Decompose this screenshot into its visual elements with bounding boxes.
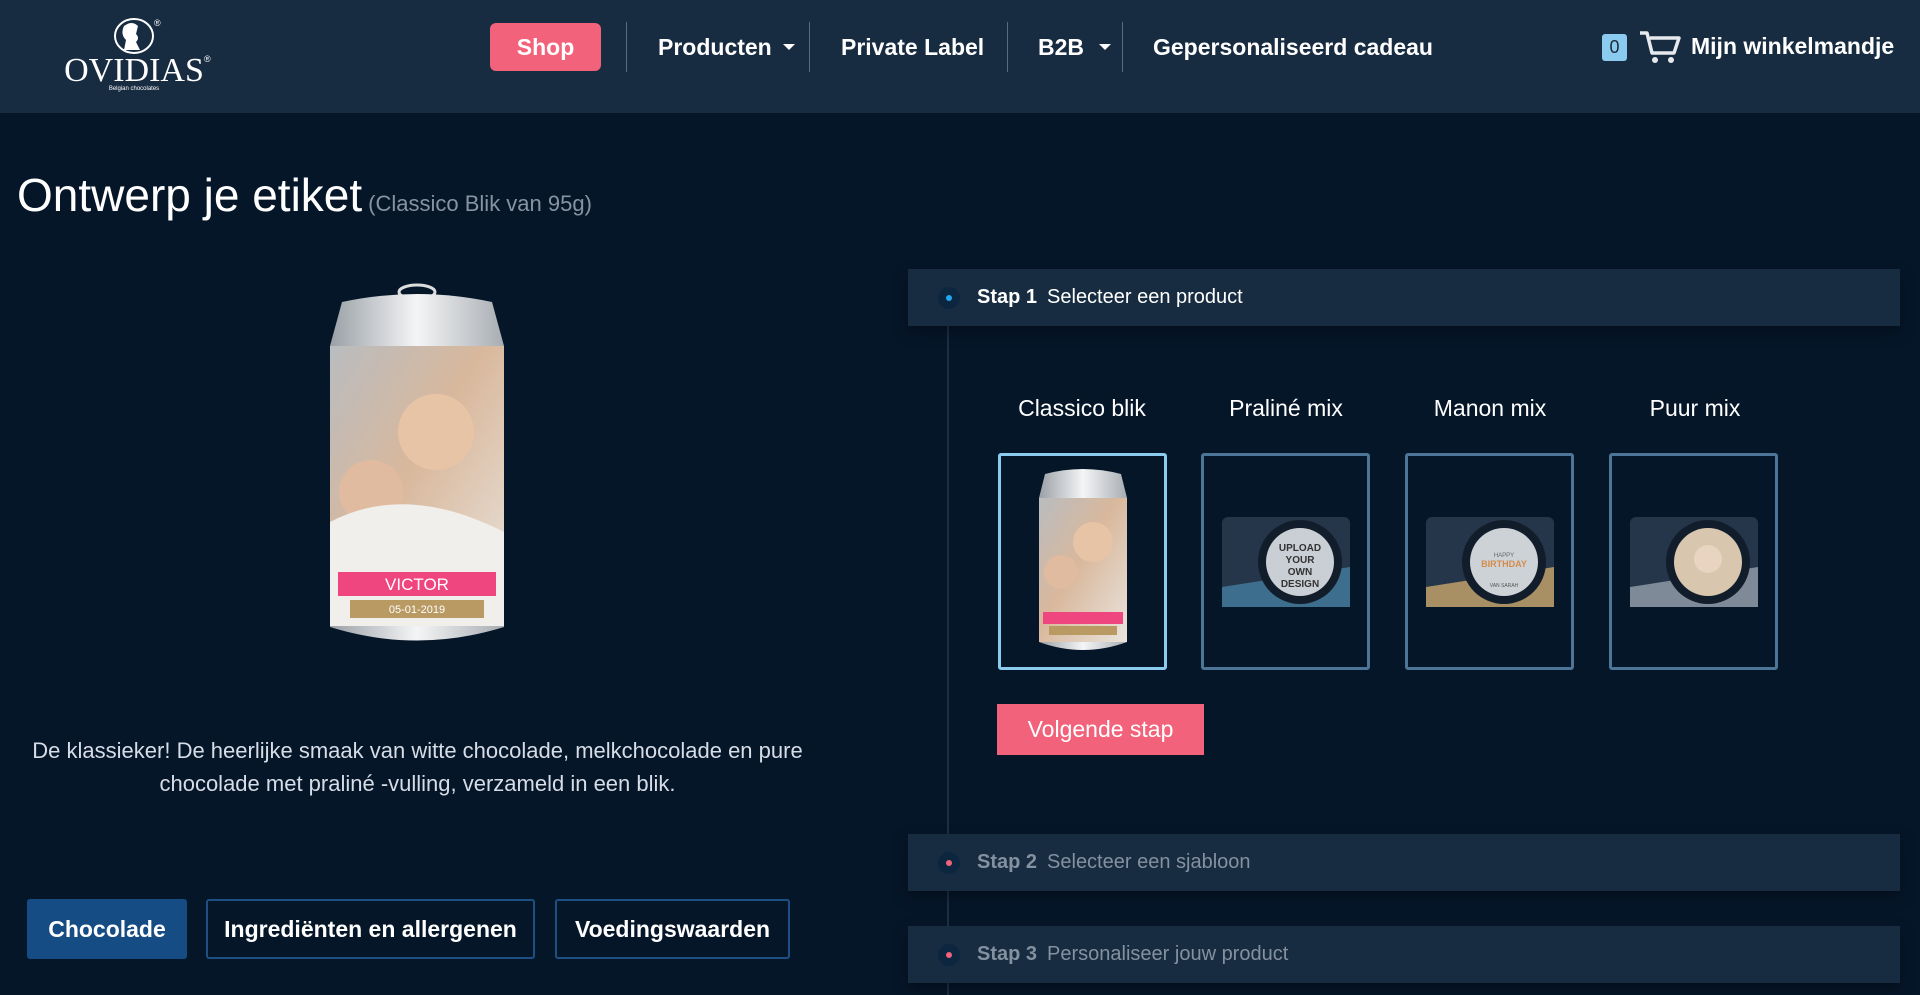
product-card-praline-mix[interactable]: UPLOAD YOUR OWN DESIGN <box>1201 453 1370 670</box>
step-number: Stap 2 <box>977 851 1038 873</box>
svg-text:®: ® <box>154 18 161 28</box>
box-label-text: DESIGN <box>1280 579 1318 590</box>
nav-producten[interactable]: Producten <box>658 34 772 61</box>
nav-gepersonaliseerd-cadeau[interactable]: Gepersonaliseerd cadeau <box>1153 34 1433 61</box>
nav-shop[interactable]: Shop <box>490 23 601 71</box>
step-indicator-icon <box>938 286 960 309</box>
step-3-header[interactable]: Stap 3 Personaliseer jouw product <box>908 926 1900 983</box>
next-step-button[interactable]: Volgende stap <box>997 704 1204 755</box>
page-title-text: Ontwerp je etiket <box>17 169 363 221</box>
product-preview-image: VICTOR 05-01-2019 <box>316 282 518 667</box>
ovidias-logo[interactable]: ® OVIDIAS ® Belgian chocolates <box>54 16 214 92</box>
page-title: Ontwerp je etiket (Classico Blik van 95g) <box>17 168 592 222</box>
step-indicator-icon <box>938 943 960 966</box>
product-card-classico-blik[interactable] <box>998 453 1167 670</box>
site-header: ® OVIDIAS ® Belgian chocolates Shop Prod… <box>0 0 1920 113</box>
box-label-text: YOUR <box>1285 555 1315 566</box>
product-description: De klassieker! De heerlijke smaak van wi… <box>32 738 803 796</box>
box-label-text: BIRTHDAY <box>1481 559 1527 569</box>
step-number: Stap 3 <box>977 943 1038 965</box>
product-label: Praliné mix <box>1229 395 1343 421</box>
product-label: Manon mix <box>1433 395 1547 421</box>
nav-divider <box>626 22 627 72</box>
preview-name: VICTOR <box>385 575 449 594</box>
step-label: Selecteer een product <box>1047 286 1243 308</box>
page-subtitle: (Classico Blik van 95g) <box>368 191 592 216</box>
box-label-text: OWN <box>1287 567 1311 578</box>
steps-timeline-line <box>947 326 949 995</box>
chevron-down-icon[interactable] <box>783 44 795 50</box>
nav-private-label[interactable]: Private Label <box>841 34 984 61</box>
cart-link[interactable]: Mijn winkelmandje <box>1691 33 1894 60</box>
product-card-puur-mix[interactable] <box>1609 453 1778 670</box>
cart-count-badge: 0 <box>1602 34 1627 61</box>
box-label-text: VAN SARAH <box>1489 583 1518 589</box>
chevron-down-icon[interactable] <box>1099 44 1111 50</box>
nav-b2b[interactable]: B2B <box>1038 34 1084 61</box>
nav-divider <box>809 22 810 72</box>
step-2-header[interactable]: Stap 2 Selecteer een sjabloon <box>908 834 1900 891</box>
tab-voedingswaarden[interactable]: Voedingswaarden <box>555 899 790 959</box>
logo-tagline: Belgian chocolates <box>109 86 159 92</box>
step-label: Selecteer een sjabloon <box>1047 851 1251 873</box>
tab-ingredienten[interactable]: Ingrediënten en allergenen <box>206 899 535 959</box>
tab-chocolade[interactable]: Chocolade <box>27 899 187 959</box>
step-number: Stap 1 <box>977 286 1038 308</box>
cart-icon[interactable] <box>1638 30 1682 69</box>
step-label: Personaliseer jouw product <box>1047 943 1289 965</box>
product-label: Classico blik <box>1018 395 1146 421</box>
step-1-header[interactable]: Stap 1 Selecteer een product <box>908 269 1900 326</box>
preview-date: 05-01-2019 <box>389 604 445 616</box>
svg-text:®: ® <box>204 54 211 64</box>
step-indicator-icon <box>938 851 960 874</box>
nav-divider <box>1007 22 1008 72</box>
product-card-manon-mix[interactable]: HAPPY BIRTHDAY VAN SARAH <box>1405 453 1574 670</box>
box-label-text: UPLOAD <box>1278 543 1320 554</box>
logo-brand: OVIDIAS <box>64 52 204 89</box>
product-label: Puur mix <box>1649 395 1741 421</box>
nav-divider <box>1122 22 1123 72</box>
